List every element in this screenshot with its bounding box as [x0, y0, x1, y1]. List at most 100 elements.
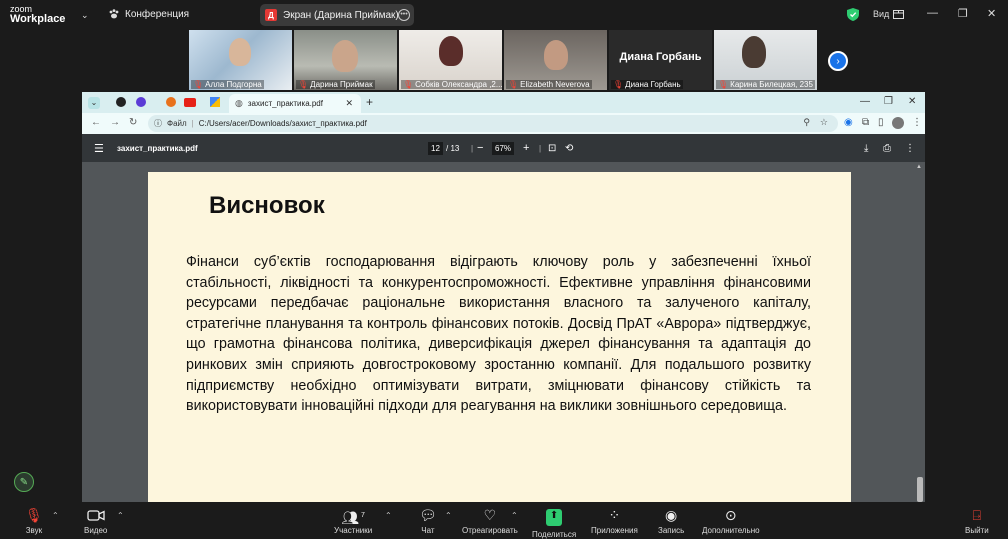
pdf-scrollbar[interactable]: ▲ [915, 162, 925, 502]
minimize-icon[interactable]: — [927, 7, 938, 19]
annotate-pen-button[interactable]: ✎ [14, 472, 34, 492]
rotate-icon[interactable]: ⟲ [565, 143, 573, 154]
forward-icon[interactable]: → [110, 117, 120, 128]
pinned-tab-icon[interactable] [136, 97, 146, 107]
participants-count: 7 [361, 512, 365, 519]
mic-muted-icon: 🎙︎ [613, 80, 624, 89]
react-options-caret[interactable]: ⌃ [511, 511, 518, 520]
pdf-filename: захист_практика.pdf [117, 143, 198, 153]
participant-face [742, 36, 766, 68]
more-button[interactable]: ⊙ Дополнительно [702, 507, 760, 535]
fit-page-icon[interactable]: ⊡ [548, 143, 556, 154]
reload-icon[interactable]: ↻ [129, 117, 137, 128]
record-label: Запись [658, 526, 685, 535]
zoom-input[interactable]: 67% [492, 141, 515, 155]
more-options-icon[interactable]: ••• [398, 9, 410, 21]
profile-avatar[interactable] [892, 117, 904, 129]
share-label: Поделиться [532, 530, 577, 539]
zoom-lens-icon[interactable]: ⚲ [803, 117, 810, 128]
extensions-puzzle-icon[interactable]: ⧉ [862, 117, 869, 128]
extension-icon[interactable]: ◉ [844, 117, 853, 128]
participant-name: Дарина Приймак [310, 80, 373, 89]
participant-name: Алла Подгорна [205, 80, 262, 89]
mic-muted-icon: 🎙︎ [718, 80, 729, 89]
more-menu-icon[interactable]: ⋮ [905, 143, 915, 154]
chat-options-caret[interactable]: ⌃ [445, 511, 452, 520]
restore-icon[interactable]: ❐ [958, 7, 968, 20]
view-button[interactable]: Вид [873, 9, 905, 19]
chevron-down-icon[interactable]: ⌄ [81, 10, 89, 21]
participant-tile[interactable]: 🎙︎ Карина Билецкая, 235 [714, 30, 817, 90]
divider: | [539, 143, 542, 153]
participants-options-caret[interactable]: ⌃ [385, 511, 392, 520]
restore-icon[interactable]: ❐ [884, 96, 893, 107]
security-shield-icon[interactable] [847, 8, 859, 21]
video-options-caret[interactable]: ⌃ [117, 511, 124, 520]
back-icon[interactable]: ← [91, 117, 101, 128]
audio-button[interactable]: 🎙︎ Звук [25, 507, 43, 535]
scrollbar-thumb[interactable] [917, 477, 923, 502]
zoom-title-bar: zoom Workplace ⌄ Конференция Д Экран (Да… [0, 0, 1008, 30]
browser-tab-bar: ⌄ ◍ захист_практика.pdf ✕ + — ❐ ✕ [82, 92, 925, 113]
pinned-tab-icon[interactable] [116, 97, 126, 107]
pinned-tab-icon[interactable] [166, 97, 176, 107]
share-label: Экран (Дарина Приймак) [283, 9, 399, 21]
participant-tile-active[interactable]: 🎙︎ Дарина Приймак [294, 30, 397, 90]
audio-label: Звук [25, 526, 43, 535]
record-button[interactable]: ◉ Запись [658, 507, 684, 535]
meeting-info-button[interactable]: Конференция [108, 8, 189, 20]
apps-label: Приложения [591, 526, 638, 535]
participant-tile[interactable]: Диана Горбань 🎙︎ Диана Горбань [609, 30, 712, 90]
print-icon[interactable]: ⎙ [883, 143, 891, 154]
share-screen-button[interactable]: ⬆ Поделиться [532, 507, 576, 539]
audio-options-caret[interactable]: ⌃ [52, 511, 59, 520]
close-icon[interactable]: ✕ [987, 7, 996, 20]
tab-search-icon[interactable]: ⌄ [88, 97, 100, 109]
zoom-in-button[interactable]: + [523, 142, 529, 154]
page-number-input[interactable]: 12 [428, 141, 443, 155]
scroll-up-icon[interactable]: ▲ [916, 164, 922, 170]
participant-tile[interactable]: 🎙︎ Алла Подгорна [189, 30, 292, 90]
apps-icon: ⁘ [608, 507, 621, 523]
participant-name: Карина Билецкая, 235 [730, 80, 813, 89]
close-icon[interactable]: ✕ [908, 96, 916, 107]
participant-name-tag: 🎙︎ Карина Билецкая, 235 [716, 80, 815, 89]
page-heading: Висновок [209, 192, 325, 219]
view-label: Вид [873, 9, 890, 19]
close-tab-icon[interactable]: ✕ [345, 98, 353, 109]
youtube-tab-icon[interactable] [184, 98, 196, 107]
minimize-icon[interactable]: — [860, 96, 870, 107]
video-camera-icon [87, 510, 105, 521]
address-text: C:/Users/acer/Downloads/захист_практика.… [198, 119, 367, 128]
participant-tile[interactable]: 🎙︎ Elizabeth Neverova [504, 30, 607, 90]
pdf-viewer[interactable]: Висновок Фінанси суб’єктів господарюванн… [82, 162, 925, 502]
leave-button[interactable]: ⍈ Выйти [965, 507, 989, 535]
leave-icon: ⍈ [972, 507, 982, 523]
globe-icon: ◍ [235, 98, 243, 108]
video-button[interactable]: Видео [84, 507, 107, 535]
browser-menu-icon[interactable]: ⋮ [912, 117, 922, 128]
next-participants-button[interactable]: › [828, 51, 848, 71]
sidepanel-icon[interactable]: ▯ [878, 117, 884, 128]
tab-pdf[interactable]: ◍ захист_практика.pdf ✕ [229, 94, 361, 113]
apps-button[interactable]: ⁘ Приложения [591, 507, 638, 535]
screen-share-indicator[interactable]: Д Экран (Дарина Приймак) ••• [260, 4, 414, 26]
address-bar[interactable]: ⓘ Файл | C:/Users/acer/Downloads/захист_… [148, 115, 838, 132]
new-tab-button[interactable]: + [366, 95, 373, 109]
zoom-out-button[interactable]: − [477, 142, 483, 154]
react-button[interactable]: ♡ Отреагировать [462, 507, 518, 535]
participants-button[interactable]: 👥︎ 7 Участники [334, 507, 372, 535]
pen-icon: ✎ [19, 476, 29, 488]
more-label: Дополнительно [702, 526, 760, 535]
chat-button[interactable]: 💬︎ Чат [419, 507, 437, 535]
address-scheme-label: Файл [167, 119, 187, 128]
download-icon[interactable]: ⤓ [864, 143, 868, 154]
pinned-tab-icon[interactable] [210, 97, 220, 107]
meeting-title: Конференция [125, 8, 190, 20]
participant-tile[interactable]: 🎙︎ Собків Олександра ,2... [399, 30, 502, 90]
mic-muted-icon: 🎙︎ [25, 507, 43, 523]
menu-icon[interactable]: ☰ [94, 142, 104, 155]
mic-muted-icon: 🎙︎ [403, 80, 414, 89]
bookmark-star-icon[interactable]: ☆ [820, 117, 828, 128]
page-body-text: Фінанси суб’єктів господарювання відігра… [186, 254, 811, 415]
